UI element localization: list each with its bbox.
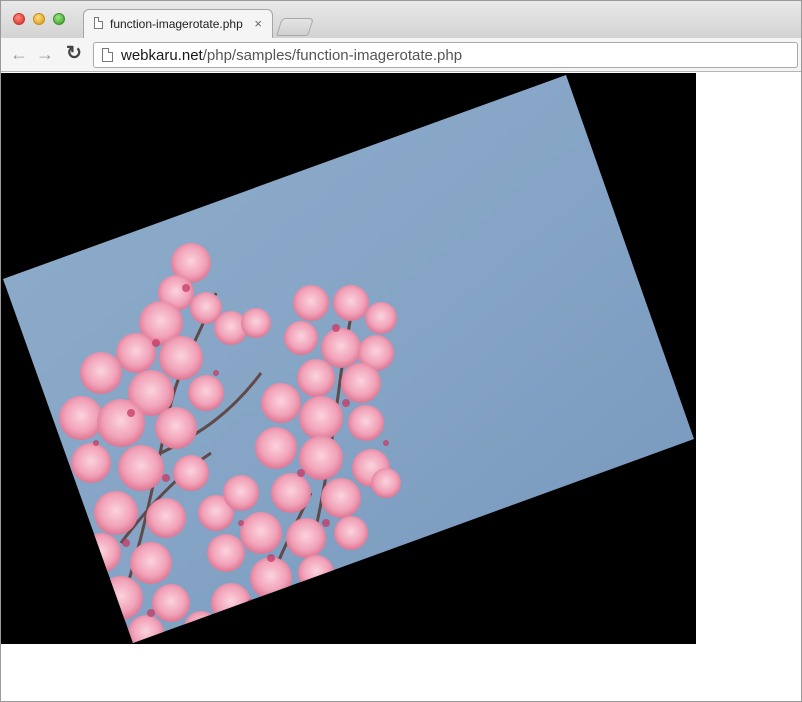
document-icon <box>94 17 103 29</box>
address-bar[interactable]: webkaru.net/php/samples/function-imagero… <box>93 42 798 68</box>
url-path: /php/samples/function-imagerotate.php <box>202 47 463 64</box>
tab-strip: function-imagerotate.php × <box>1 1 801 39</box>
close-window-button[interactable] <box>13 13 25 25</box>
tab-close-button[interactable]: × <box>254 16 262 32</box>
browser-window: function-imagerotate.php × ← → ↻ webkaru… <box>0 0 802 702</box>
reload-button[interactable]: ↻ <box>63 43 85 65</box>
back-button[interactable]: ← <box>8 43 30 65</box>
page-viewport <box>1 72 801 701</box>
url-host: webkaru.net <box>121 47 203 64</box>
tab-title: function-imagerotate.php <box>110 17 243 31</box>
zoom-window-button[interactable] <box>53 13 65 25</box>
rotated-image-canvas <box>1 73 696 644</box>
new-tab-button[interactable] <box>276 18 314 36</box>
page-icon <box>102 48 113 62</box>
forward-button[interactable]: → <box>34 43 56 65</box>
rotated-photo <box>3 75 694 643</box>
navigation-toolbar: ← → ↻ webkaru.net/php/samples/function-i… <box>1 38 801 72</box>
url-text[interactable]: webkaru.net/php/samples/function-imagero… <box>121 47 462 64</box>
minimize-window-button[interactable] <box>33 13 45 25</box>
browser-tab[interactable]: function-imagerotate.php × <box>83 9 273 39</box>
